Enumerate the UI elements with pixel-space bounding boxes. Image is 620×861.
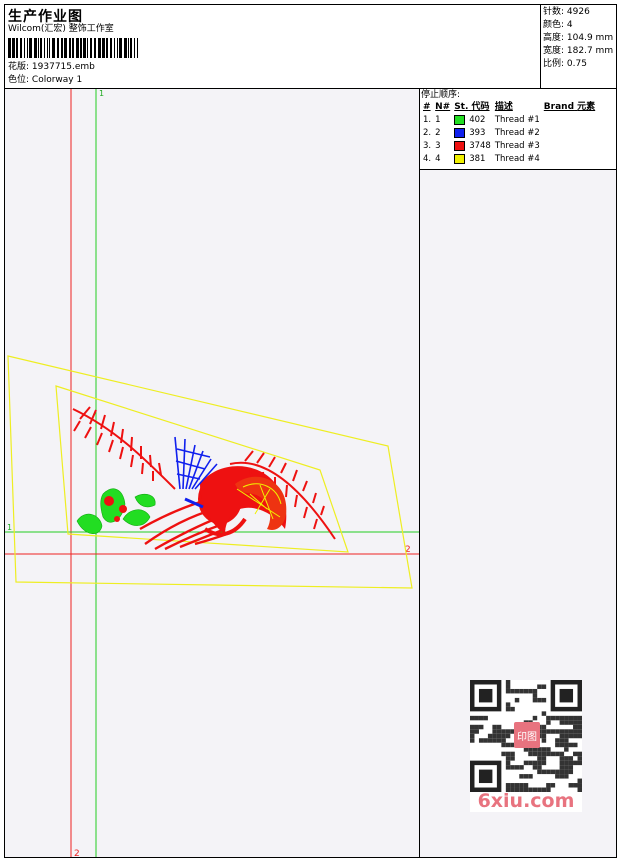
color-swatch [454,140,466,151]
barcode [8,38,138,58]
color-swatch [454,127,466,138]
watermark-text: 6xiu.com [477,790,575,812]
colorway-value: Colorway 1 [31,75,83,85]
stat-stitches: 针数: 4926 [543,7,590,17]
axis-label-bottom: 2 [74,849,80,857]
table-row: 2. 2 393 Thread #2 [423,127,540,138]
stop-table: # N# St. 代码 描述 Brand 元素 1. 1 402 Thread #1… [421,101,597,166]
design-file: 1937715.emb [31,62,95,72]
company-name: Wilcom(汇宏) 整饰工作室 [8,24,114,34]
stat-width: 宽度: 182.7 mm [543,46,614,56]
table-row: 3. 3 3748 Thread #3 [423,140,540,151]
stop-sequence: 停止顺序: # N# St. 代码 描述 Brand 元素 1. 1 402 Thr… [421,89,617,166]
qr-code-pattern: 印图 [470,680,582,792]
stat-colors: 颜色: 4 [543,20,573,30]
colorway-label: 色位: [8,75,30,85]
sidebar-divider [419,88,420,858]
color-swatch [454,114,466,125]
stops-divider [419,169,617,170]
stat-scale: 比例: 0.75 [543,59,587,69]
stats-panel: 针数: 4926 颜色: 4 高度: 104.9 mm 宽度: 182.7 mm… [543,6,613,71]
stop-sequence-title: 停止顺序: [421,90,461,100]
stop-table-header: # N# St. 代码 描述 Brand 元素 [423,102,596,112]
colorway-line: 色位: Colorway 1 [8,74,82,86]
svg-text:印图: 印图 [517,731,537,743]
design-label: 花版: [8,62,30,72]
color-swatch [454,153,466,164]
axis-label-left: 1 [7,523,12,532]
design-canvas: 1 1 2 2 [5,89,419,857]
design-line: 花版: 1937715.emb [8,61,95,73]
axis-label-top: 1 [99,89,104,98]
stat-height: 高度: 104.9 mm [543,33,614,43]
table-row: 4. 4 381 Thread #4 [423,153,540,164]
table-row: 1. 1 402 Thread #1 [423,114,540,125]
stats-divider [540,4,541,88]
